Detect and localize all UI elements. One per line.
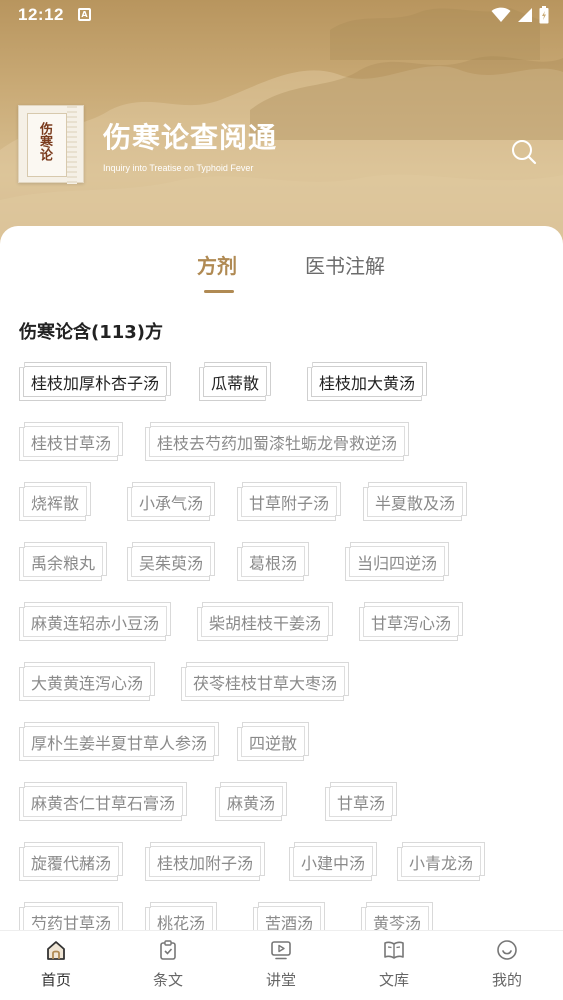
formula-chip[interactable]: 小青龙汤 bbox=[397, 842, 486, 881]
logo-text: 伤寒论 bbox=[37, 122, 52, 161]
formula-chip[interactable]: 葛根汤 bbox=[237, 542, 310, 581]
formula-chip[interactable]: 麻黄连轺赤小豆汤 bbox=[19, 602, 172, 641]
status-time: 12:12 bbox=[18, 5, 64, 24]
search-icon bbox=[512, 140, 537, 165]
header-banner: 12:12 A 伤寒论 伤寒论查阅通 Inquiry into Treatise… bbox=[0, 0, 563, 250]
app-title: 伤寒论查阅通 bbox=[103, 121, 278, 154]
formula-chip[interactable]: 四逆散 bbox=[237, 722, 310, 761]
nav-home-label: 首页 bbox=[40, 971, 71, 989]
nav-profile[interactable]: 我的 bbox=[451, 931, 563, 1000]
formula-chip[interactable]: 小承气汤 bbox=[127, 482, 216, 521]
nav-articles[interactable]: 条文 bbox=[112, 931, 224, 1000]
formula-chip[interactable]: 桂枝加大黄汤 bbox=[307, 362, 428, 401]
cellular-signal-icon bbox=[518, 8, 532, 22]
formula-chip[interactable]: 桂枝加附子汤 bbox=[145, 842, 266, 881]
nav-library-label: 文库 bbox=[378, 971, 409, 989]
system-icons bbox=[491, 6, 549, 24]
home-icon bbox=[47, 941, 65, 960]
tab-formulas[interactable]: 方剂 bbox=[197, 250, 237, 279]
formula-chip[interactable]: 厚朴生姜半夏甘草人参汤 bbox=[19, 722, 220, 761]
formula-chip[interactable]: 茯苓桂枝甘草大枣汤 bbox=[181, 662, 350, 701]
formula-chip[interactable]: 烧裈散 bbox=[19, 482, 92, 521]
formula-chip[interactable]: 吴茱萸汤 bbox=[127, 542, 216, 581]
nav-lectures[interactable]: 讲堂 bbox=[225, 931, 337, 1000]
nav-home[interactable]: 首页 bbox=[0, 931, 112, 1000]
nav-profile-label: 我的 bbox=[491, 971, 522, 989]
smile-icon bbox=[497, 940, 517, 960]
formula-chip[interactable]: 瓜蒂散 bbox=[199, 362, 272, 401]
formula-chip[interactable]: 禹余粮丸 bbox=[19, 542, 108, 581]
content-card: 方剂 医书注解 伤寒论含(113)方 桂枝加厚朴杏子汤 瓜蒂散 桂枝加大黄汤 桂… bbox=[0, 226, 563, 930]
formula-chip[interactable]: 柴胡桂枝干姜汤 bbox=[197, 602, 334, 641]
formula-chip[interactable]: 甘草附子汤 bbox=[237, 482, 342, 521]
formula-chip[interactable]: 甘草泻心汤 bbox=[359, 602, 464, 641]
app-logo: 伤寒论 bbox=[18, 105, 84, 184]
book-icon bbox=[384, 941, 404, 959]
formula-chip[interactable]: 麻黄杏仁甘草石膏汤 bbox=[19, 782, 188, 821]
landscape-background bbox=[0, 8, 563, 250]
formula-chip[interactable]: 小建中汤 bbox=[289, 842, 378, 881]
video-play-icon bbox=[271, 941, 291, 960]
nav-lectures-label: 讲堂 bbox=[265, 971, 296, 989]
battery-charging-icon bbox=[539, 6, 549, 24]
nav-articles-label: 条文 bbox=[152, 971, 183, 989]
formula-chip[interactable]: 旋覆代赭汤 bbox=[19, 842, 124, 881]
nav-library[interactable]: 文库 bbox=[338, 931, 450, 1000]
formula-chip[interactable]: 桂枝去芍药加蜀漆牡蛎龙骨救逆汤 bbox=[145, 422, 410, 461]
formula-chip[interactable]: 黄芩汤 bbox=[361, 902, 434, 930]
status-bar: 12:12 A bbox=[0, 0, 563, 32]
app-subtitle: Inquiry into Treatise on Typhoid Fever bbox=[103, 163, 254, 173]
wifi-icon bbox=[491, 7, 511, 22]
bottom-navigation: 首页 条文 讲堂 文库 我的 bbox=[0, 930, 563, 1000]
logo-book-spine bbox=[67, 106, 77, 184]
formula-chip[interactable]: 甘草汤 bbox=[325, 782, 398, 821]
tab-bar: 方剂 医书注解 bbox=[0, 226, 563, 296]
clipboard-icon bbox=[160, 940, 176, 960]
formula-chip[interactable]: 半夏散及汤 bbox=[363, 482, 468, 521]
formula-chip[interactable]: 桃花汤 bbox=[145, 902, 218, 930]
tab-active-indicator bbox=[204, 290, 234, 293]
section-title: 伤寒论含(113)方 bbox=[19, 322, 164, 343]
formula-chip[interactable]: 桂枝加厚朴杏子汤 bbox=[19, 362, 172, 401]
formula-chip[interactable]: 桂枝甘草汤 bbox=[19, 422, 124, 461]
search-button[interactable] bbox=[510, 138, 538, 166]
formula-chip[interactable]: 苦酒汤 bbox=[253, 902, 326, 930]
formula-chip[interactable]: 麻黄汤 bbox=[215, 782, 288, 821]
logo-book-cover: 伤寒论 bbox=[27, 113, 67, 177]
tab-annotations[interactable]: 医书注解 bbox=[305, 250, 385, 279]
notification-icon: A bbox=[78, 8, 91, 21]
formula-chip[interactable]: 当归四逆汤 bbox=[345, 542, 450, 581]
formula-chip[interactable]: 大黄黄连泻心汤 bbox=[19, 662, 156, 701]
formula-chip[interactable]: 芍药甘草汤 bbox=[19, 902, 124, 930]
